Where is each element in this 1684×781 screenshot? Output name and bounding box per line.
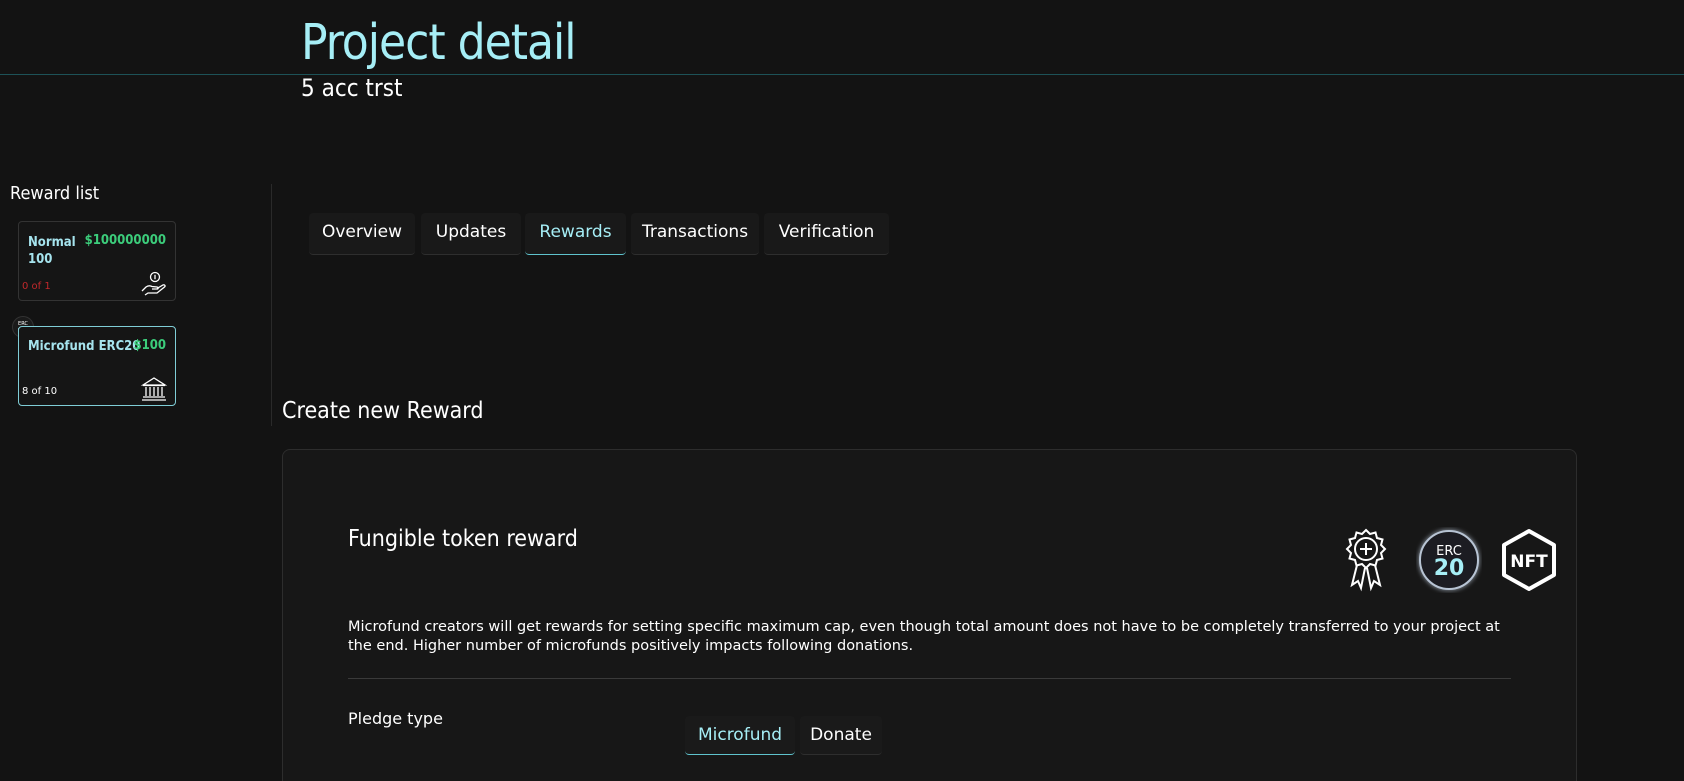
create-reward-title: Create new Reward [282,398,484,424]
reward-list-title: Reward list [10,183,100,204]
pledge-option-donate[interactable]: Donate [800,716,882,755]
reward-card-count: 0 of 1 [22,281,51,292]
nft-hexagon-icon[interactable]: NFT [1500,527,1558,593]
project-name: 5 acc trst [301,74,403,102]
tab-rewards[interactable]: Rewards [525,213,626,255]
pledge-option-microfund[interactable]: Microfund [685,716,795,755]
sidebar-divider [271,184,272,426]
reward-type-title: Fungible token reward [348,526,578,552]
reward-card-normal[interactable]: Normal 100 $100000000 0 of 1 [18,221,176,301]
pledge-type-label: Pledge type [348,709,443,728]
reward-card-name: Microfund ERC20 [28,339,141,354]
page-title: Project detail [301,14,577,71]
hand-coin-icon [141,271,166,296]
create-reward-panel [282,449,1577,781]
bank-icon [140,377,168,401]
panel-divider [348,678,1511,679]
tab-overview[interactable]: Overview [309,213,415,255]
award-ribbon-icon[interactable] [1342,527,1390,593]
header-divider [0,74,1684,75]
reward-card-name: Normal 100 [28,235,76,267]
reward-card-price: $100 [133,338,166,353]
erc20-token-icon[interactable]: ERC 20 [1416,527,1482,593]
reward-description: Microfund creators will get rewards for … [348,619,1500,654]
tab-updates[interactable]: Updates [421,213,521,255]
reward-card-count: 8 of 10 [22,386,58,397]
nft-text: NFT [1510,552,1548,572]
erc-number: 20 [1434,556,1465,581]
reward-card-microfund[interactable]: Microfund ERC20 $100 8 of 10 [18,326,176,406]
tab-transactions[interactable]: Transactions [631,213,759,255]
tab-verification[interactable]: Verification [764,213,889,255]
reward-card-price: $100000000 [84,233,166,248]
